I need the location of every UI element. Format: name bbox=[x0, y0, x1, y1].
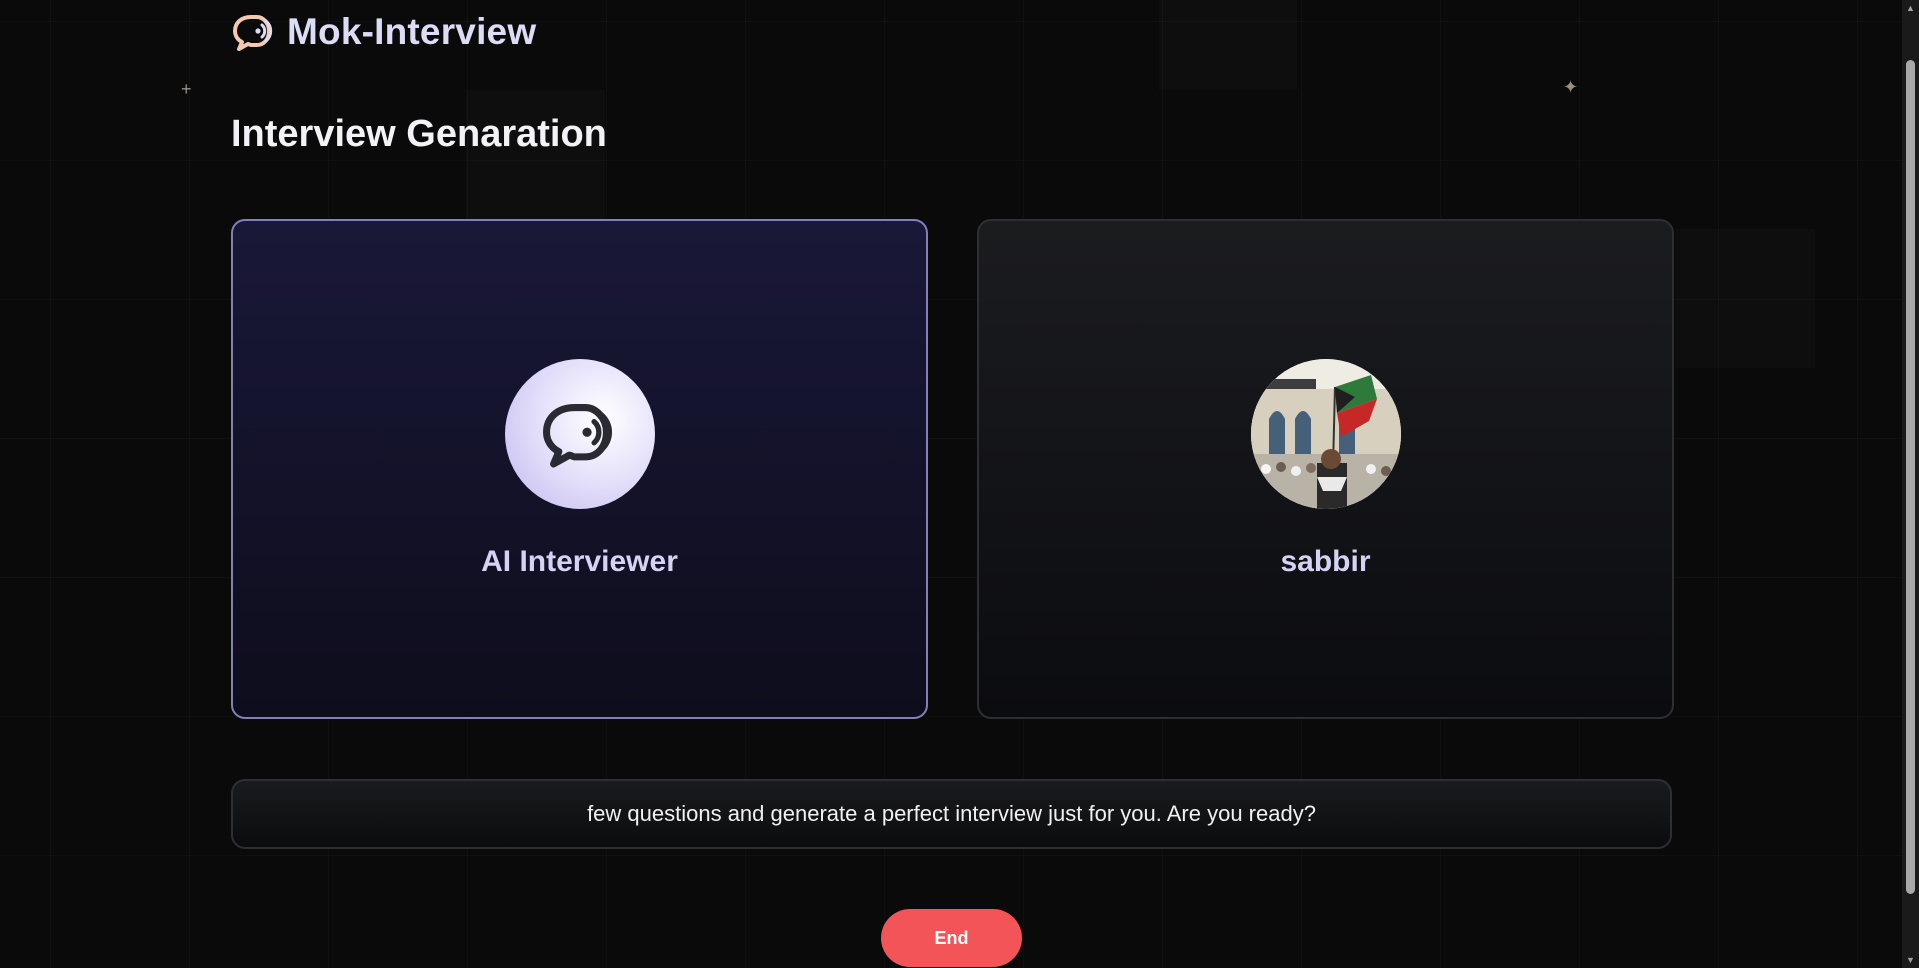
sparkle-decoration: + bbox=[181, 79, 192, 99]
chat-bubble-sound-icon bbox=[542, 404, 612, 468]
scroll-up-arrow-icon[interactable]: ▲ bbox=[1902, 0, 1919, 16]
transcript-text: few questions and generate a perfect int… bbox=[587, 801, 1316, 826]
brand-name[interactable]: Mok-Interview bbox=[287, 11, 536, 53]
ai-interviewer-card: AI Interviewer bbox=[231, 219, 928, 719]
ai-interviewer-name: AI Interviewer bbox=[481, 545, 678, 578]
chat-bubble-sound-icon[interactable] bbox=[231, 11, 277, 53]
user-name: sabbir bbox=[1280, 545, 1371, 578]
user-card: sabbir bbox=[977, 219, 1674, 719]
ai-avatar bbox=[504, 359, 655, 509]
background-tile bbox=[1676, 229, 1815, 368]
end-call-button[interactable]: End bbox=[881, 909, 1022, 967]
navbar: Mok-Interview bbox=[231, 10, 536, 54]
user-avatar bbox=[1250, 359, 1401, 509]
scroll-down-arrow-icon[interactable]: ▼ bbox=[1902, 952, 1919, 968]
main-container: Mok-Interview Interview Genaration AI In… bbox=[231, 0, 1674, 968]
page-scrollbar[interactable]: ▲ ▼ bbox=[1902, 0, 1919, 968]
scrollbar-thumb[interactable] bbox=[1906, 60, 1915, 894]
transcript-box: few questions and generate a perfect int… bbox=[231, 779, 1672, 849]
page-title: Interview Genaration bbox=[231, 113, 607, 155]
